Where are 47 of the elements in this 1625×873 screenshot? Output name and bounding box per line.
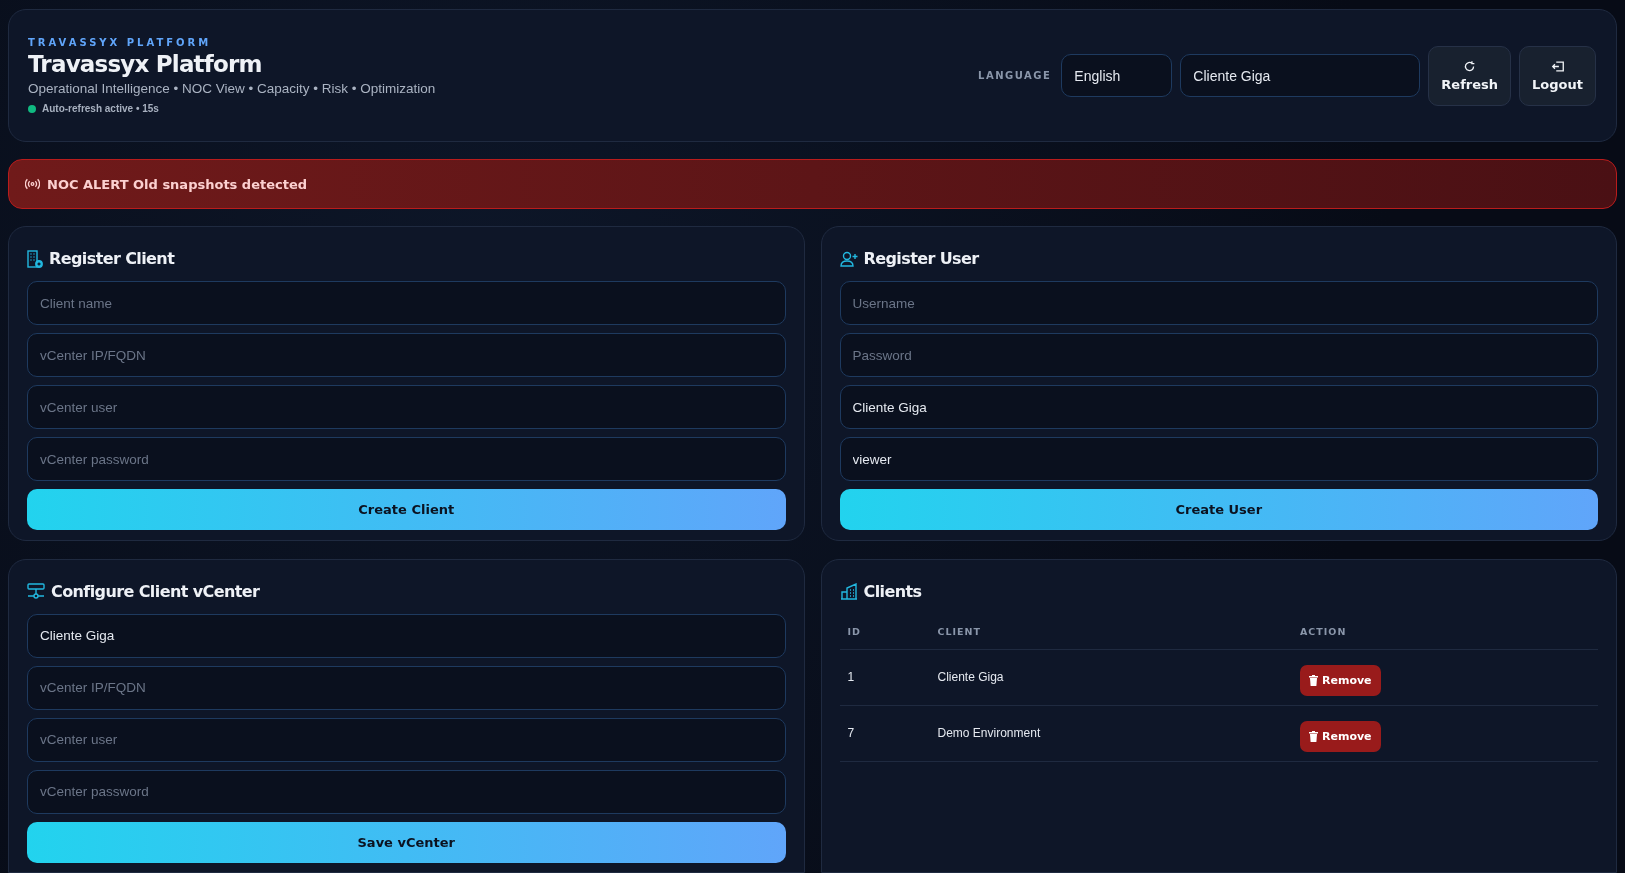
input-field[interactable]: Username xyxy=(839,281,1598,325)
submit-button[interactable]: Save vCenter xyxy=(27,821,786,863)
language-select[interactable]: English xyxy=(1061,54,1173,97)
network-icon xyxy=(27,583,45,599)
input-field[interactable]: Password xyxy=(839,333,1598,377)
input-field[interactable]: Cliente Giga xyxy=(839,385,1598,429)
input-field[interactable]: vCenter IP/FQDN xyxy=(27,665,786,710)
input-field[interactable]: vCenter user xyxy=(27,717,786,762)
input-field[interactable]: vCenter password xyxy=(27,437,786,481)
panel-title: Clients xyxy=(863,581,922,601)
submit-button[interactable]: Create Client xyxy=(27,489,786,530)
buildings-icon xyxy=(839,582,858,600)
input-field[interactable]: Cliente Giga xyxy=(27,613,786,658)
table-cell-text: Cliente Giga xyxy=(937,670,1005,684)
client-select[interactable]: Cliente Giga xyxy=(1180,54,1421,97)
panel-title: Register User xyxy=(863,249,979,268)
logout-icon xyxy=(1550,59,1565,73)
user-add-icon xyxy=(839,250,858,267)
refresh-button[interactable]: Refresh xyxy=(1428,45,1512,106)
submit-button[interactable]: Create User xyxy=(839,489,1598,530)
remove-button[interactable]: Remove xyxy=(1300,720,1381,752)
input-field[interactable]: vCenter password xyxy=(27,769,786,814)
building-icon xyxy=(27,249,43,268)
input-field[interactable]: vCenter IP/FQDN xyxy=(27,333,786,377)
trash-icon xyxy=(1309,674,1318,686)
eyebrow-label: TRAVASSYX PLATFORM xyxy=(28,37,213,48)
trash-icon xyxy=(1309,730,1318,742)
broadcast-icon xyxy=(25,178,40,190)
refresh-icon xyxy=(1463,59,1477,73)
column-header: CLIENT xyxy=(937,625,982,637)
column-header: ACTION xyxy=(1300,625,1348,637)
remove-button[interactable]: Remove xyxy=(1300,664,1381,696)
table-cell-text: Demo Environment xyxy=(937,726,1042,740)
logout-button[interactable]: Logout xyxy=(1519,45,1596,106)
language-label: LANGUAGE xyxy=(978,70,1052,81)
panel-title: Register Client xyxy=(49,249,175,268)
input-field[interactable]: vCenter user xyxy=(27,385,786,429)
alert-text: NOC ALERT Old snapshots detected xyxy=(47,176,308,192)
panel-title: Configure Client vCenter xyxy=(51,581,260,601)
subtitle: Operational Intelligence • NOC View • Capacity • Risk • Optimization xyxy=(28,81,436,96)
input-field[interactable]: Client name xyxy=(27,281,786,325)
status-text: Auto-refresh active • 15s xyxy=(42,103,159,114)
table-cell-text: 1 xyxy=(847,670,856,684)
input-field[interactable]: viewer xyxy=(839,437,1598,481)
column-header: ID xyxy=(847,625,862,637)
app-title: Travassyx Platform xyxy=(28,51,263,77)
table-cell-text: 7 xyxy=(847,726,856,740)
